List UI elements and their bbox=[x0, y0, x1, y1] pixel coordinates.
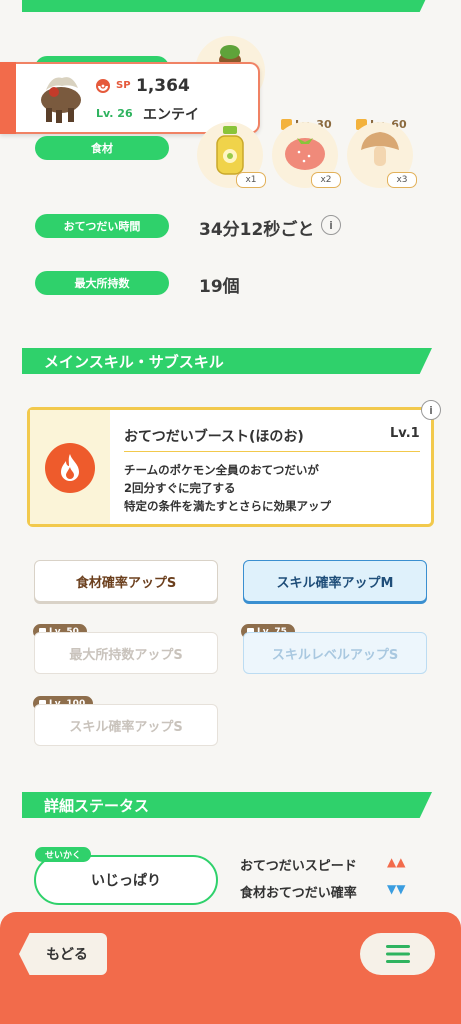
ingredients-label: 食材 bbox=[35, 136, 169, 160]
nature-down-marks: ▼▼ bbox=[387, 882, 406, 896]
main-skill-desc-line1: チームのポケモン全員のおてつだいが bbox=[124, 463, 319, 477]
honey-icon bbox=[216, 126, 244, 175]
main-skill-icon-panel bbox=[30, 410, 110, 524]
subskill-skill-level-up-s[interactable]: スキルレベルアップS bbox=[243, 632, 427, 674]
main-skill-desc-line2: 2回分すぐに完了する bbox=[124, 481, 236, 495]
help-time-value: 34分12秒ごと bbox=[199, 220, 315, 240]
nature-box[interactable]: いじっぱり bbox=[34, 855, 218, 905]
max-carry-label: 最大所持数 bbox=[35, 271, 169, 295]
main-skill-divider bbox=[124, 451, 420, 452]
multiplier-honey: x1 bbox=[236, 172, 266, 188]
main-skill-name: おてつだいブースト(ほのお) bbox=[124, 429, 304, 445]
max-carry-value: 19個 bbox=[199, 277, 240, 297]
back-button[interactable]: もどる bbox=[19, 933, 107, 975]
pokemon-sprite bbox=[41, 77, 81, 123]
mushroom-icon bbox=[361, 132, 399, 166]
details-section-title: 詳細ステータス bbox=[44, 796, 150, 815]
pokemon-name: エンテイ bbox=[143, 107, 199, 123]
main-skill-desc-line3: 特定の条件を満たすとさらに効果アップ bbox=[124, 499, 331, 513]
nature-up-marks: ▲▲ bbox=[387, 855, 406, 869]
skills-section-banner: メインスキル・サブスキル bbox=[22, 348, 432, 374]
hamburger-menu-icon bbox=[385, 945, 410, 963]
sp-value: 1,364 bbox=[136, 76, 190, 96]
main-skill-level: Lv.1 bbox=[390, 426, 420, 441]
nature-up-label: おてつだいスピード bbox=[240, 859, 357, 874]
top-section-banner-partial bbox=[22, 0, 432, 12]
tomato-icon bbox=[285, 138, 325, 170]
fire-icon bbox=[61, 454, 79, 481]
help-time-label: おてつだい時間 bbox=[35, 214, 169, 238]
subskill-skill-trigger-m[interactable]: スキル確率アップM bbox=[243, 560, 427, 602]
fire-icon-circle bbox=[45, 443, 95, 493]
pokemon-level: Lv. 26 bbox=[96, 107, 133, 120]
details-section-banner: 詳細ステータス bbox=[22, 792, 432, 818]
skills-section-title: メインスキル・サブスキル bbox=[44, 352, 224, 371]
subskill-inventory-up-s[interactable]: 最大所持数アップS bbox=[34, 632, 218, 674]
subskill-skill-trigger-s[interactable]: スキル確率アップS bbox=[34, 704, 218, 746]
card-accent-stripe bbox=[0, 62, 16, 134]
info-icon[interactable]: i bbox=[321, 215, 341, 235]
menu-button[interactable] bbox=[360, 933, 435, 975]
main-skill-info-icon[interactable]: i bbox=[421, 400, 441, 420]
pokeball-icon bbox=[96, 79, 110, 93]
multiplier-tomato: x2 bbox=[311, 172, 341, 188]
multiplier-mushroom: x3 bbox=[387, 172, 417, 188]
sp-label: SP bbox=[116, 80, 131, 91]
nature-value: いじっぱり bbox=[91, 873, 161, 889]
nature-down-label: 食材おてつだい確率 bbox=[240, 886, 357, 901]
main-skill-card[interactable]: おてつだいブースト(ほのお) Lv.1 チームのポケモン全員のおてつだいが 2回… bbox=[27, 407, 434, 527]
subskill-ingredient-finder-s[interactable]: 食材確率アップS bbox=[34, 560, 218, 602]
back-button-label: もどる bbox=[46, 947, 88, 963]
nature-tag: せいかく bbox=[35, 847, 92, 862]
